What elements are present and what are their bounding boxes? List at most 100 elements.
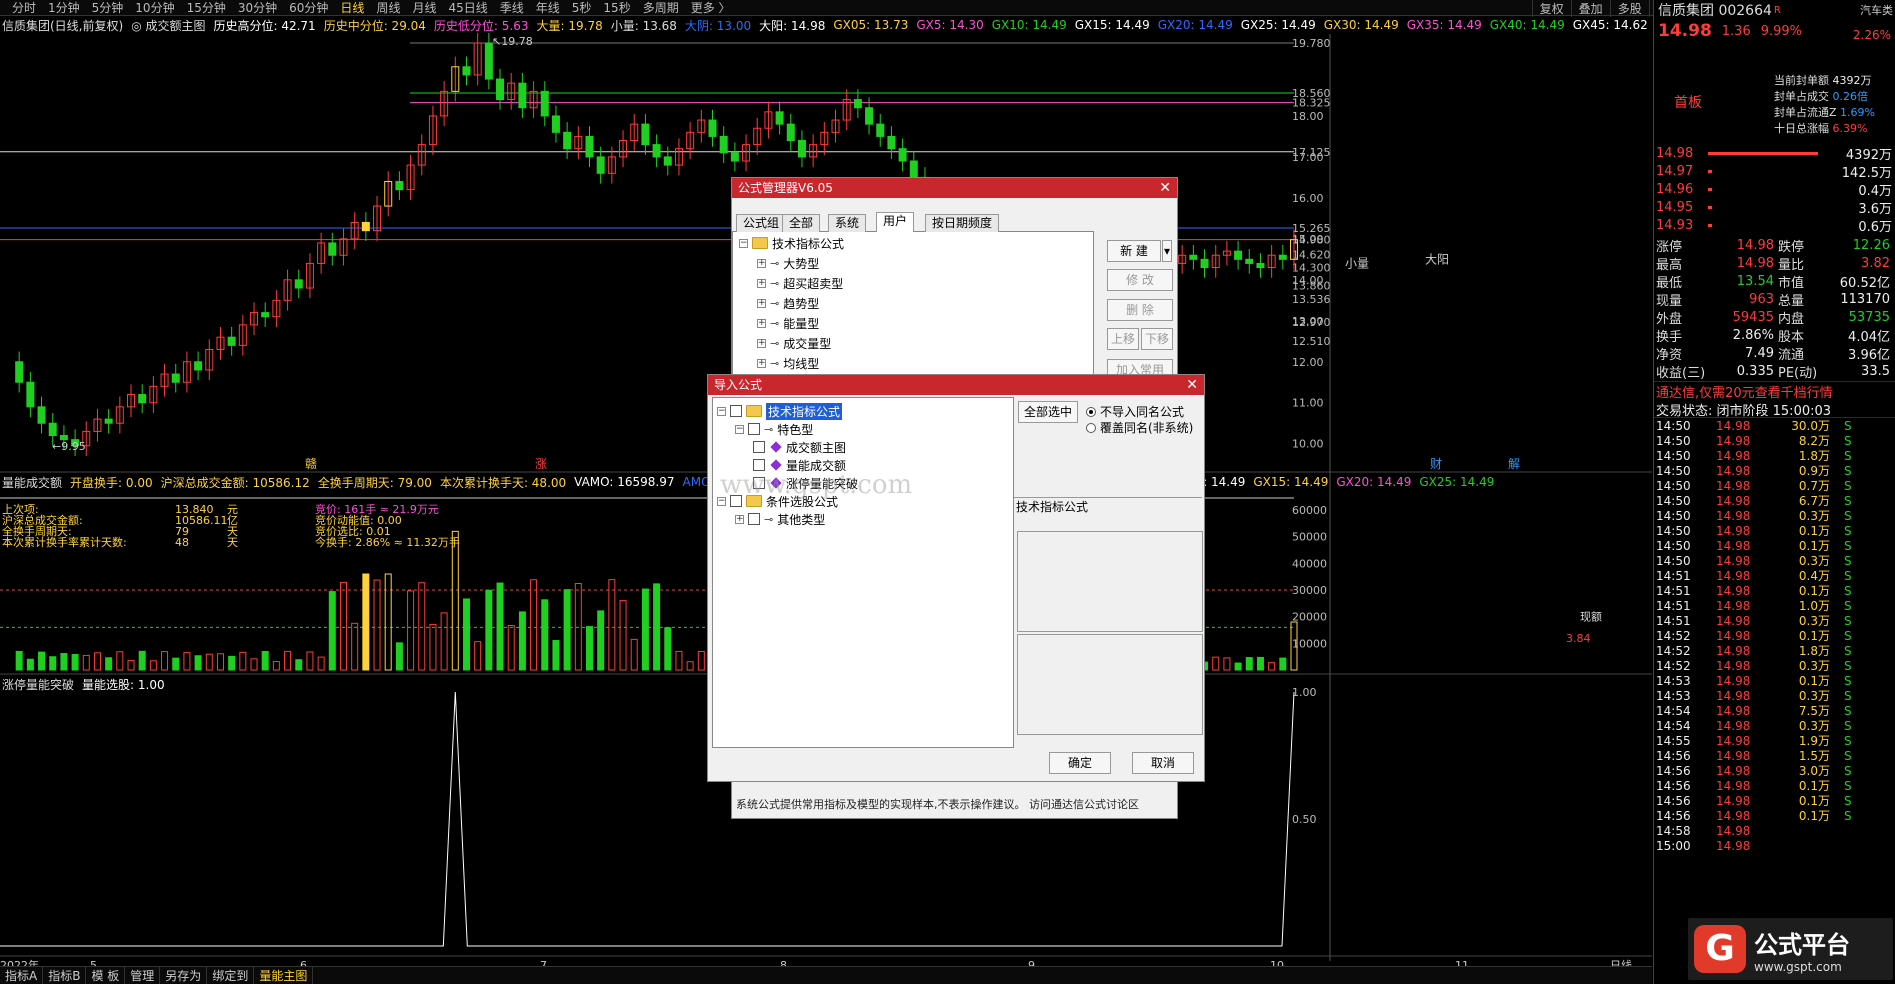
import-tree-node[interactable]: − 技术指标公式 [717, 402, 843, 420]
expand-icon[interactable]: + [757, 318, 766, 328]
indicator-tab-6[interactable]: 量能主图 [254, 967, 314, 984]
tick-side: S [1844, 748, 1852, 763]
formula-tab-2[interactable]: 系统 [828, 214, 867, 232]
notice[interactable]: 通达信,仅需20元查看千档行情 交易状态: 闭市阶段 15:00:03 [1654, 381, 1895, 419]
formula-tree-node[interactable]: + ⊸ 均线型 [757, 354, 819, 372]
expand-icon[interactable]: + [757, 358, 766, 368]
bid-row[interactable]: 14.95 3.6万 [1654, 198, 1895, 217]
formula-tree-node[interactable]: + ⊸ 趋势型 [757, 294, 819, 312]
delete-button[interactable]: 删 除 [1107, 299, 1173, 321]
event-marker[interactable]: 涨 [535, 456, 547, 471]
formula-tab-1[interactable]: 全部 [782, 214, 821, 232]
expand-icon[interactable]: + [757, 338, 766, 348]
event-marker[interactable]: 赣 [305, 457, 317, 471]
import-tree-node[interactable]: − ⊸ 特色型 [735, 420, 813, 438]
expand-icon[interactable]: + [757, 258, 766, 268]
tick-time: 14:56 [1656, 793, 1691, 808]
checkbox[interactable] [753, 459, 765, 471]
import-tree[interactable]: − 技术指标公式 − ⊸ 特色型 成交额主图 量能成交额 涨停量能突破 − 条件选股公式 + ⊸ 其他类… [712, 397, 1014, 748]
period-tab-11[interactable]: 季线 [494, 0, 530, 16]
close-icon[interactable]: ✕ [1186, 375, 1198, 395]
import-tree-node[interactable]: 成交额主图 [753, 438, 846, 456]
period-tab-13[interactable]: 5秒 [566, 0, 598, 16]
period-tab-5[interactable]: 30分钟 [232, 0, 283, 16]
checkbox[interactable] [730, 405, 742, 417]
bid-row[interactable]: 14.98 4392万 [1654, 144, 1895, 163]
move-up-button[interactable]: 上移 [1107, 328, 1139, 350]
modify-button[interactable]: 修 改 [1107, 269, 1173, 291]
indicator-tab-4[interactable]: 另存为 [160, 967, 208, 984]
new-dropdown-button[interactable]: ▾ [1162, 240, 1172, 262]
radio-overwrite-same[interactable]: 覆盖同名(非系统) [1086, 419, 1193, 436]
period-tab-6[interactable]: 60分钟 [283, 0, 334, 16]
period-tab-1[interactable]: 1分钟 [42, 0, 86, 16]
collapse-icon[interactable]: − [717, 406, 726, 416]
notice-text[interactable]: 通达信,仅需20元查看千档行情 [1656, 382, 1895, 401]
add-common-button[interactable]: 加入常用 [1107, 359, 1173, 377]
candle-body [719, 135, 728, 154]
formula-tree-node[interactable]: + ⊸ 大势型 [757, 254, 819, 272]
period-tab-10[interactable]: 45日线 [442, 0, 493, 16]
period-tab-9[interactable]: 月线 [406, 0, 442, 16]
period-tab-0[interactable]: 分时 [6, 0, 42, 16]
period-tab-3[interactable]: 10分钟 [129, 0, 180, 16]
formula-tree[interactable]: − 技术指标公式 + ⊸ 大势型 + ⊸ 超买超卖型 + ⊸ 趋势型 + ⊸ 能量型 + ⊸ 成交量型 + ⊸ 均线型 [732, 231, 1094, 375]
sector-label[interactable]: 汽车类 [1860, 2, 1893, 18]
indicator-tab-1[interactable]: 指标B [43, 967, 87, 984]
indicator-tab-3[interactable]: 管理 [125, 967, 161, 984]
checkbox[interactable] [730, 495, 742, 507]
collapse-icon[interactable]: − [739, 238, 748, 248]
new-button[interactable]: 新 建 [1107, 240, 1161, 262]
formula-tree-node[interactable]: + ⊸ 能量型 [757, 314, 819, 332]
collapse-icon[interactable]: − [717, 496, 726, 506]
tool-button-1[interactable]: 叠加 [1570, 0, 1610, 17]
period-tab-12[interactable]: 年线 [530, 0, 566, 16]
collapse-icon[interactable]: − [735, 424, 744, 434]
expand-icon[interactable]: + [757, 298, 766, 308]
formula-tree-node[interactable]: + ⊸ 成交量型 [757, 334, 831, 352]
tick-time: 14:51 [1656, 598, 1691, 613]
period-tab-7[interactable]: 日线 [334, 0, 370, 16]
move-down-button[interactable]: 下移 [1141, 328, 1173, 350]
checkbox[interactable] [748, 423, 760, 435]
period-tab-16[interactable]: 更多 〉 [685, 0, 737, 16]
import-tree-node[interactable]: 涨停量能突破 [753, 474, 858, 492]
tool-button-0[interactable]: 复权 [1531, 0, 1571, 17]
indicator-tab-5[interactable]: 绑定到 [207, 967, 255, 984]
checkbox[interactable] [753, 477, 765, 489]
period-tab-15[interactable]: 多周期 [637, 0, 685, 16]
import-titlebar[interactable]: 导入公式 ✕ [708, 375, 1204, 395]
checkbox[interactable] [753, 441, 765, 453]
radio-no-import-same[interactable]: 不导入同名公式 [1086, 403, 1184, 420]
import-tree-node[interactable]: + ⊸ 其他类型 [735, 510, 825, 528]
bid-row[interactable]: 14.96 0.4万 [1654, 180, 1895, 199]
period-tab-2[interactable]: 5分钟 [86, 0, 130, 16]
indicator-tab-2[interactable]: 模 板 [86, 967, 126, 984]
tool-button-2[interactable]: 多股 [1609, 0, 1649, 17]
expand-icon[interactable]: + [757, 278, 766, 288]
period-tab-4[interactable]: 15分钟 [181, 0, 232, 16]
event-marker[interactable]: 解 [1508, 457, 1520, 471]
formula-tab-4[interactable]: 按日期频度 [925, 214, 1000, 232]
bid-row[interactable]: 14.97 142.5万 [1654, 162, 1895, 181]
bid-row[interactable]: 14.93 0.6万 [1654, 216, 1895, 235]
formula-tab-3[interactable]: 用户 [876, 212, 915, 232]
formula-tab-0[interactable]: 公式组 [736, 214, 787, 232]
cancel-button[interactable]: 取消 [1132, 752, 1194, 774]
ok-button[interactable]: 确定 [1049, 752, 1111, 774]
expand-icon[interactable]: + [735, 514, 744, 524]
indicator-tab-0[interactable]: 指标A [0, 967, 44, 984]
checkbox[interactable] [748, 513, 760, 525]
event-marker[interactable]: 财 [1430, 457, 1442, 471]
select-all-button[interactable]: 全部选中 [1018, 401, 1078, 423]
period-tab-8[interactable]: 周线 [370, 0, 406, 16]
formula-tree-node[interactable]: + ⊸ 超买超卖型 [757, 274, 843, 292]
import-tree-node[interactable]: − 条件选股公式 [717, 492, 838, 510]
import-tree-node[interactable]: 量能成交额 [753, 456, 846, 474]
formula-manager-titlebar[interactable]: 公式管理器V6.05 ✕ [732, 178, 1177, 198]
formula-tree-node[interactable]: − 技术指标公式 [739, 234, 844, 252]
period-tabs: 分时 1分钟 5分钟 10分钟 15分钟 30分钟 60分钟 日线 周线 月线 45日线 季线 年线 5秒… [0, 0, 737, 16]
close-icon[interactable]: ✕ [1159, 178, 1171, 198]
period-tab-14[interactable]: 15秒 [597, 0, 636, 16]
tick-row: 14:52 14.98 0.1万 S [1654, 628, 1895, 644]
